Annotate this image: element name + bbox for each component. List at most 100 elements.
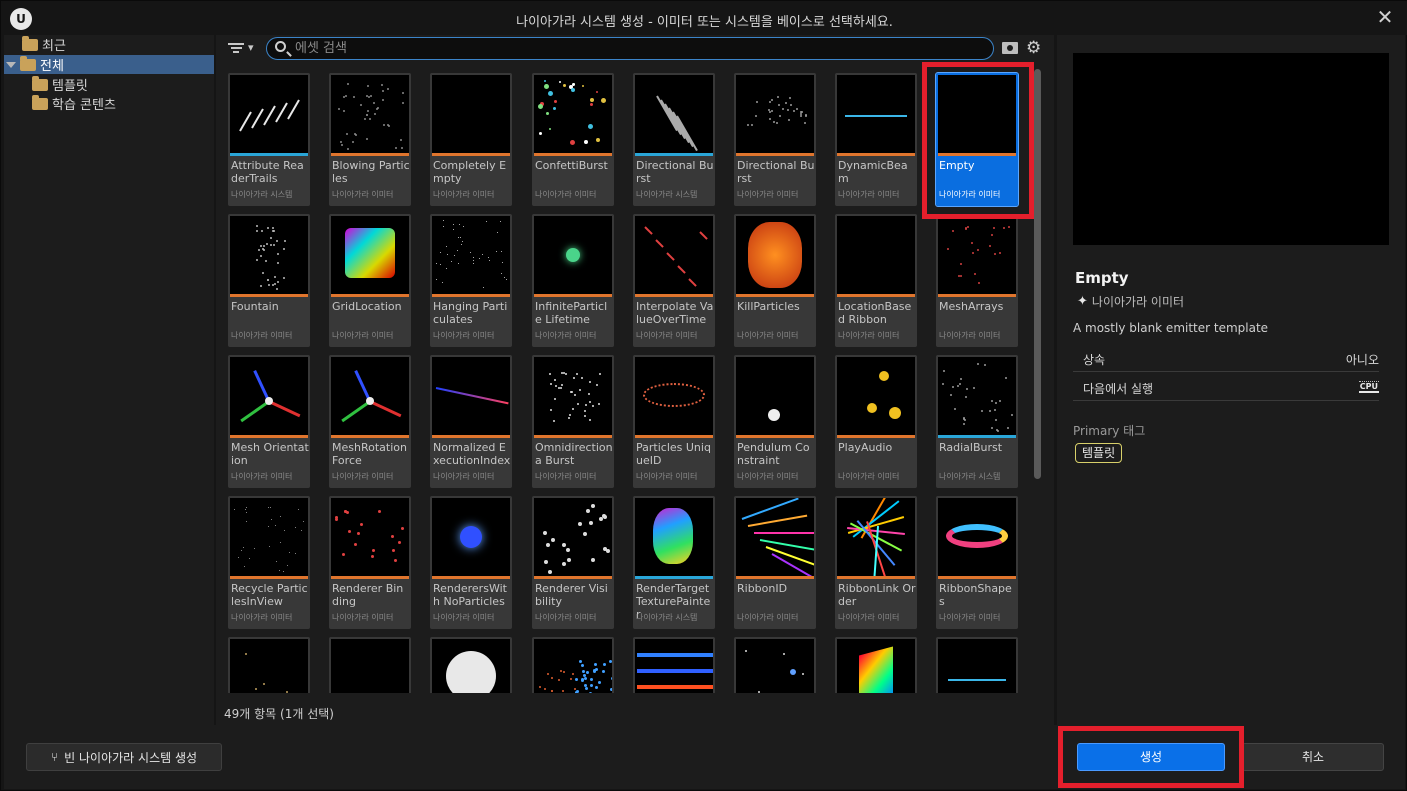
search-icon: [275, 41, 286, 52]
asset-tile[interactable]: RadialBurst 나이아가라 시스템: [936, 355, 1018, 488]
asset-tile-type: 나이아가라 이미터: [636, 472, 698, 481]
details-panel: Empty ✦ 나이아가라 이미터 A mostly blank emitter…: [1057, 35, 1405, 725]
asset-tile-type: 나이아가라 이미터: [535, 190, 597, 199]
asset-tile[interactable]: Renderer Binding 나이아가라 이미터: [329, 496, 411, 629]
grid-scrollbar[interactable]: [1034, 69, 1041, 479]
asset-tile[interactable]: RibbonID 나이아가라 이미터: [734, 496, 816, 629]
close-icon[interactable]: ✕: [1374, 5, 1396, 29]
cancel-button[interactable]: 취소: [1242, 743, 1384, 771]
asset-tile-name: Renderer Binding: [332, 582, 404, 608]
asset-tile-type: 나이아가라 이미터: [332, 613, 394, 622]
asset-tile[interactable]: DynamicBeam 나이아가라 이미터: [835, 73, 917, 206]
asset-tile[interactable]: Particles UniqueID 나이아가라 이미터: [633, 355, 715, 488]
asset-tile-name: Interpolate ValueOverTime: [636, 300, 714, 326]
create-empty-system-label: 빈 나이아가라 시스템 생성: [64, 750, 198, 765]
gear-icon[interactable]: ⚙: [1026, 38, 1041, 58]
tree-item-all[interactable]: 전체: [4, 55, 214, 74]
asset-tile[interactable]: KillParticles 나이아가라 이미터: [734, 214, 816, 347]
asset-tile[interactable]: Recycle ParticlesInView 나이아가라 이미터: [228, 496, 310, 629]
asset-tile[interactable]: Directional Burst 나이아가라 시스템: [633, 73, 715, 206]
tree-item-templates[interactable]: 템플릿: [32, 75, 212, 94]
asset-tile[interactable]: Completely Empty 나이아가라 이미터: [430, 73, 512, 206]
folder-icon: [22, 35, 38, 51]
asset-tile[interactable]: [430, 637, 512, 693]
asset-tile[interactable]: PlayAudio 나이아가라 이미터: [835, 355, 917, 488]
asset-tile[interactable]: RibbonLink Order 나이아가라 이미터: [835, 496, 917, 629]
expand-arrow-icon[interactable]: [6, 61, 16, 68]
asset-tile[interactable]: Renderer Visibility 나이아가라 이미터: [532, 496, 614, 629]
asset-thumbnail: [230, 639, 308, 693]
asset-type-bar: [230, 153, 308, 156]
asset-tile[interactable]: Normalized ExecutionIndex 나이아가라 이미터: [430, 355, 512, 488]
emitter-icon: ✦: [1077, 294, 1088, 309]
asset-tile[interactable]: Interpolate ValueOverTime 나이아가라 이미터: [633, 214, 715, 347]
asset-tile-name: Normalized ExecutionIndex: [433, 441, 511, 467]
asset-tile[interactable]: Mesh Orientation 나이아가라 이미터: [228, 355, 310, 488]
asset-tile[interactable]: [835, 637, 917, 693]
asset-thumbnail: [837, 216, 915, 294]
asset-tile-name: Fountain: [231, 300, 279, 313]
asset-tile-type: 나이아가라 시스템: [939, 472, 1001, 481]
asset-tile[interactable]: ConfettiBurst 나이아가라 이미터: [532, 73, 614, 206]
filter-dropdown-caret-icon[interactable]: ▾: [248, 41, 254, 54]
folder-icon: [32, 94, 48, 110]
asset-thumbnail: [837, 75, 915, 153]
asset-tile[interactable]: Directional Burst 나이아가라 이미터: [734, 73, 816, 206]
asset-tile[interactable]: RenderTarget TexturePainter 나이아가라 시스템: [633, 496, 715, 629]
asset-tile[interactable]: [532, 637, 614, 693]
bottom-bar: ⑂ 빈 나이아가라 시스템 생성 생성 취소: [4, 725, 1405, 789]
asset-tile-type: 나이아가라 이미터: [535, 331, 597, 340]
asset-tile-type: 나이아가라 이미터: [838, 190, 900, 199]
asset-description: A mostly blank emitter template: [1073, 321, 1269, 335]
asset-tile-type: 나이아가라 이미터: [332, 331, 394, 340]
asset-thumbnail: [837, 357, 915, 435]
asset-tile-name: RadialBurst: [939, 441, 1003, 454]
tag-label: Primary 태그: [1073, 424, 1146, 438]
tree-item-learning-content[interactable]: 학습 콘텐츠: [32, 94, 212, 113]
asset-tile[interactable]: RenderersWith NoParticles 나이아가라 이미터: [430, 496, 512, 629]
asset-tile-name: Hanging Particulates: [433, 300, 508, 326]
asset-tile[interactable]: MeshArrays 나이아가라 이미터: [936, 214, 1018, 347]
asset-tile[interactable]: [633, 637, 715, 693]
asset-tile[interactable]: Pendulum Constraint 나이아가라 이미터: [734, 355, 816, 488]
asset-tile[interactable]: Hanging Particulates 나이아가라 이미터: [430, 214, 512, 347]
search-box[interactable]: [266, 37, 994, 60]
asset-type-bar: [432, 153, 510, 156]
create-empty-system-button[interactable]: ⑂ 빈 나이아가라 시스템 생성: [26, 743, 222, 771]
asset-thumbnail: [736, 216, 814, 294]
asset-tile[interactable]: [936, 637, 1018, 693]
asset-tile[interactable]: LocationBased Ribbon 나이아가라 이미터: [835, 214, 917, 347]
asset-tile[interactable]: [329, 637, 411, 693]
tag-chip[interactable]: 템플릿: [1075, 443, 1123, 463]
asset-tile[interactable]: GridLocation 나이아가라 이미터: [329, 214, 411, 347]
asset-tile-name: RenderersWith NoParticles: [433, 582, 507, 608]
asset-tile[interactable]: Blowing Particles 나이아가라 이미터: [329, 73, 411, 206]
asset-tile[interactable]: Attribute ReaderTrails 나이아가라 시스템: [228, 73, 310, 206]
search-input[interactable]: [295, 40, 975, 57]
filter-icon[interactable]: [228, 41, 244, 55]
asset-tile-name: Blowing Particles: [332, 159, 410, 185]
asset-tile[interactable]: RibbonShapes 나이아가라 이미터: [936, 496, 1018, 629]
asset-tile[interactable]: Omnidirectiona Burst 나이아가라 이미터: [532, 355, 614, 488]
asset-thumbnail: [230, 75, 308, 153]
asset-tile[interactable]: Empty 나이아가라 이미터: [935, 72, 1019, 207]
folder-tree: 최근 전체 템플릿 학습 콘텐츠: [4, 35, 214, 725]
asset-tile-name: Mesh Orientation: [231, 441, 309, 467]
asset-tile[interactable]: InfiniteParticle Lifetime 나이아가라 이미터: [532, 214, 614, 347]
folder-search-icon[interactable]: [1002, 42, 1018, 54]
asset-tile[interactable]: [734, 637, 816, 693]
asset-tile[interactable]: [228, 637, 310, 693]
asset-type-bar: [230, 294, 308, 297]
asset-type-bar: [331, 153, 409, 156]
asset-type-bar: [635, 576, 713, 579]
asset-tile[interactable]: MeshRotation Force 나이아가라 이미터: [329, 355, 411, 488]
asset-thumbnail: [837, 498, 915, 576]
asset-tile-name: Attribute ReaderTrails: [231, 159, 304, 185]
asset-thumbnail: [432, 75, 510, 153]
tree-item-recent[interactable]: 최근: [22, 35, 212, 54]
asset-preview: [1073, 53, 1389, 245]
create-button[interactable]: 생성: [1077, 743, 1225, 771]
asset-thumbnail: [432, 639, 510, 693]
asset-type: ✦ 나이아가라 이미터: [1077, 293, 1184, 310]
asset-tile[interactable]: Fountain 나이아가라 이미터: [228, 214, 310, 347]
